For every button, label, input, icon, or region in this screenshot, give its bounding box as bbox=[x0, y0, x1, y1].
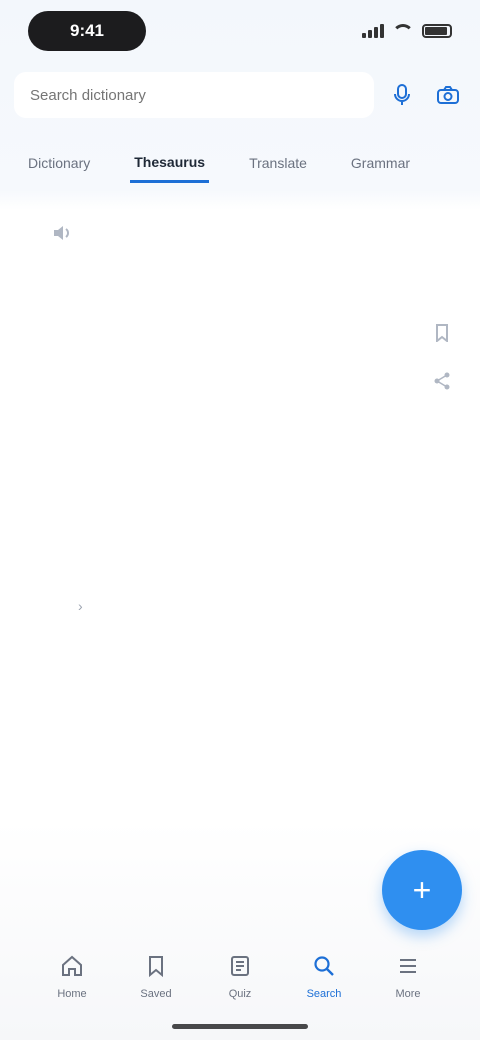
nav-item-saved[interactable]: Saved bbox=[124, 954, 188, 1000]
quiz-icon bbox=[228, 954, 252, 982]
tab-thesaurus[interactable]: Thesaurus bbox=[130, 144, 210, 183]
bookmark-icon[interactable] bbox=[424, 318, 460, 348]
home-indicator bbox=[172, 1024, 308, 1029]
nav-item-more[interactable]: More bbox=[376, 954, 440, 1000]
nav-label: Search bbox=[306, 988, 342, 1000]
related-links: › bbox=[34, 598, 83, 614]
nav-label: More bbox=[395, 988, 421, 1000]
search-header bbox=[14, 72, 466, 118]
share-icon[interactable] bbox=[424, 366, 460, 396]
nav-label: Quiz bbox=[228, 988, 252, 1000]
nav-item-home[interactable]: Home bbox=[40, 954, 104, 1000]
mic-icon[interactable] bbox=[384, 77, 420, 113]
tab-translate[interactable]: Translate bbox=[245, 145, 311, 181]
search-icon bbox=[312, 954, 336, 982]
floating-action-button[interactable]: + bbox=[382, 850, 462, 930]
chevron-right-icon[interactable]: › bbox=[78, 598, 83, 614]
app-screen: 9:41 Dictionary Thesaurus Translate Gram… bbox=[0, 0, 480, 1040]
battery-icon bbox=[422, 24, 452, 38]
definition-card bbox=[24, 318, 424, 354]
bookmark-icon bbox=[144, 954, 168, 982]
entry-heading-row bbox=[24, 224, 72, 247]
nav-label: Home bbox=[57, 988, 87, 1000]
nav-label: Saved bbox=[140, 988, 172, 1000]
plus-icon: + bbox=[412, 871, 432, 908]
menu-icon bbox=[396, 954, 420, 982]
filter-tabs: Dictionary Thesaurus Translate Grammar bbox=[0, 140, 480, 186]
tab-grammar[interactable]: Grammar bbox=[347, 145, 414, 181]
wifi-icon bbox=[392, 24, 414, 38]
status-icons bbox=[362, 24, 452, 38]
camera-icon[interactable] bbox=[430, 77, 466, 113]
home-icon bbox=[60, 954, 84, 982]
search-input[interactable] bbox=[30, 86, 358, 104]
definition-actions bbox=[424, 318, 460, 396]
nav-item-search[interactable]: Search bbox=[292, 954, 356, 1000]
status-bar: 9:41 bbox=[0, 0, 480, 62]
signal-icon bbox=[362, 24, 384, 38]
search-box[interactable] bbox=[14, 72, 374, 118]
status-time: 9:41 bbox=[28, 11, 146, 51]
tab-dictionary[interactable]: Dictionary bbox=[24, 145, 94, 181]
nav-item-quiz[interactable]: Quiz bbox=[208, 954, 272, 1000]
speaker-icon[interactable] bbox=[52, 224, 72, 247]
